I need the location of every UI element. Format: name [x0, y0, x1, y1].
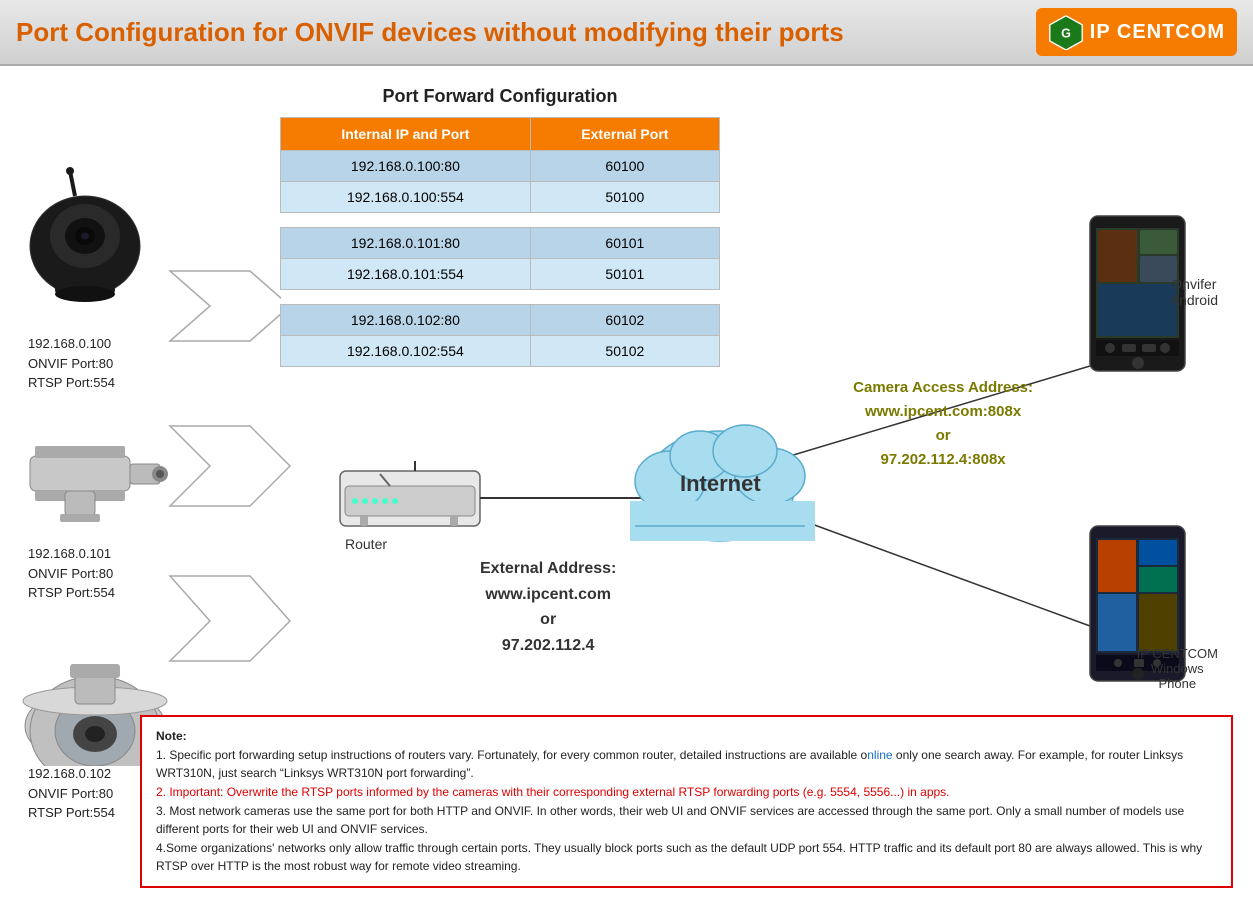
camera-1-label: 192.168.0.100ONVIF Port:80RTSP Port:554 [28, 334, 115, 393]
table-row: 192.168.0.102:80 60102 [281, 305, 720, 336]
cam-access-line1: www.ipcent.com:808x [865, 403, 1021, 420]
logo: G IP CENTCOM [1036, 8, 1237, 56]
logo-text: IP CENTCOM [1090, 21, 1225, 44]
cell-port: 50101 [530, 259, 719, 290]
windows-phone-label: IP CENTCOM Windows Phone [1137, 646, 1218, 691]
note-title: Note: [156, 729, 187, 743]
col-internal: Internal IP and Port [281, 118, 531, 151]
table-row: 192.168.0.100:80 60100 [281, 151, 720, 182]
cell-ip: 192.168.0.101:554 [281, 259, 531, 290]
logo-icon: G [1048, 14, 1084, 50]
cell-port: 50102 [530, 336, 719, 367]
note-line4: 4.Some organizations' networks only allo… [156, 841, 1202, 874]
table-row: 192.168.0.101:554 50101 [281, 259, 720, 290]
svg-text:G: G [1061, 26, 1071, 40]
cell-port: 50100 [530, 182, 719, 213]
cell-port: 60101 [530, 228, 719, 259]
camera-2-label: 192.168.0.101ONVIF Port:80RTSP Port:554 [28, 544, 115, 603]
onvifer-label: Onvifer Android [1170, 276, 1218, 308]
main-diagram: Port Forward Configuration Internal IP a… [0, 66, 1253, 896]
table-row: 192.168.0.102:554 50102 [281, 336, 720, 367]
external-address-line1: www.ipcent.com [485, 586, 611, 603]
cell-ip: 192.168.0.100:80 [281, 151, 531, 182]
table-title: Port Forward Configuration [280, 86, 720, 107]
cell-port: 60102 [530, 305, 719, 336]
col-external: External Port [530, 118, 719, 151]
external-address-line3: 97.202.112.4 [502, 637, 595, 654]
external-address: External Address: www.ipcent.com or 97.2… [480, 556, 616, 658]
internet-label: Internet [680, 471, 761, 497]
camera-3-label: 192.168.0.102ONVIF Port:80RTSP Port:554 [28, 764, 115, 823]
router-label: Router [345, 536, 387, 552]
external-address-label: External Address: [480, 560, 616, 577]
cell-ip: 192.168.0.102:80 [281, 305, 531, 336]
header: Port Configuration for ONVIF devices wit… [0, 0, 1253, 66]
page-title: Port Configuration for ONVIF devices wit… [16, 17, 844, 48]
table-row: 192.168.0.100:554 50100 [281, 182, 720, 213]
cell-ip: 192.168.0.102:554 [281, 336, 531, 367]
cell-ip: 192.168.0.100:554 [281, 182, 531, 213]
cam-access-label: Camera Access Address: [853, 379, 1033, 396]
note-line1: 1. Specific port forwarding setup instru… [156, 748, 1183, 781]
table-row: 192.168.0.101:80 60101 [281, 228, 720, 259]
port-forward-table-section: Port Forward Configuration Internal IP a… [280, 86, 720, 367]
cell-port: 60100 [530, 151, 719, 182]
note-box: Note: 1. Specific port forwarding setup … [140, 715, 1233, 888]
note-line2: 2. Important: Overwrite the RTSP ports i… [156, 785, 950, 799]
cell-ip: 192.168.0.101:80 [281, 228, 531, 259]
camera-access-address: Camera Access Address: www.ipcent.com:80… [853, 376, 1033, 472]
cam-access-line3: 97.202.112.4:808x [881, 451, 1006, 468]
external-address-line2: or [540, 611, 556, 628]
cam-access-line2: or [936, 427, 951, 444]
note-line3: 3. Most network cameras use the same por… [156, 804, 1184, 837]
port-forward-table: Internal IP and Port External Port 192.1… [280, 117, 720, 367]
